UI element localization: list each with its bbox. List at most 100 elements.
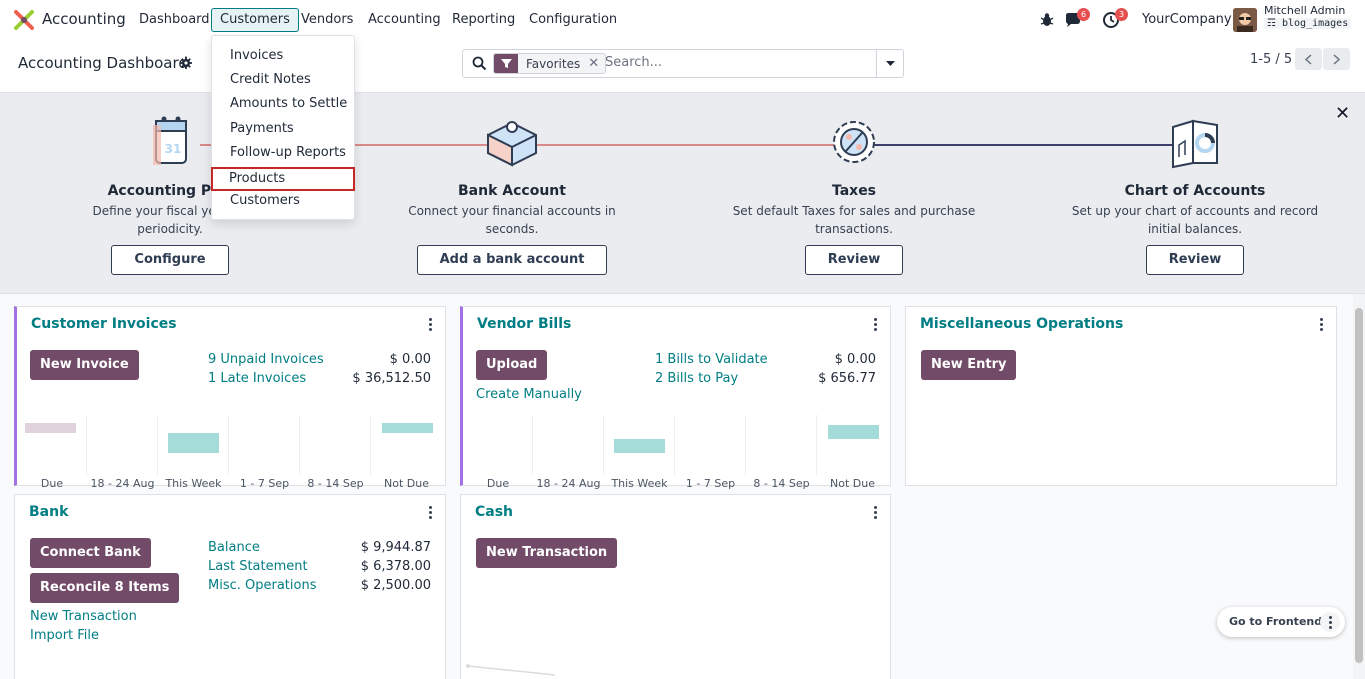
dropdown-item-customers[interactable]: Customers [212,189,354,213]
user-name[interactable]: Mitchell Admin [1264,4,1345,17]
taxes-review-button[interactable]: Review [804,245,904,275]
pager-next-button[interactable] [1323,48,1350,70]
configure-button[interactable]: Configure [111,245,229,275]
chart-of-accounts-icon [1172,119,1218,169]
go-to-frontend-button[interactable]: Go to Frontend [1229,615,1322,628]
activities-badge: 3 [1115,8,1128,21]
menu-accounting[interactable]: Accounting [359,8,450,32]
filter-icon [494,54,518,73]
top-navbar: Accounting Dashboard Customers Vendors A… [0,0,1365,40]
graph-label: 1 - 7 Sep [239,477,290,490]
page-scrollbar[interactable] [1353,294,1365,679]
step-description: Set up your chart of accounts and record… [1065,202,1325,238]
scrollbar-thumb[interactable] [1355,308,1363,663]
calendar-day: 31 [165,142,182,156]
new-cash-transaction-button[interactable]: New Transaction [476,538,618,568]
card-options-icon[interactable] [870,316,880,332]
unpaid-invoices-link[interactable]: 9 Unpaid Invoices [208,352,324,367]
app-name[interactable]: Accounting [42,10,126,28]
vendor-bills-card: Vendor Bills Upload Create Manually 1 Bi… [460,306,891,490]
graph-label: Due [486,477,510,490]
facet-remove-icon[interactable]: ✕ [588,56,605,71]
reconcile-items-button[interactable]: Reconcile 8 Items [30,573,180,603]
facet-label: Favorites [526,56,581,71]
bills-to-pay-link[interactable]: 2 Bills to Pay [655,371,738,386]
card-title[interactable]: Miscellaneous Operations [920,316,1123,332]
search-input[interactable] [605,55,865,70]
bills-aging-graph[interactable]: Due 18 - 24 Aug This Week 1 - 7 Sep 8 - … [463,415,890,490]
dropdown-item-payments[interactable]: Payments [212,117,354,141]
user-avatar-image [1233,8,1257,32]
menu-reporting[interactable]: Reporting [443,8,524,32]
favorites-facet: Favorites ✕ [493,53,607,74]
page-title: Accounting Dashboard [18,54,188,72]
card-title[interactable]: Customer Invoices [31,316,177,332]
graph-label: 1 - 7 Sep [685,477,736,490]
accounting-app-icon[interactable] [14,10,34,30]
create-manually-link[interactable]: Create Manually [476,387,582,402]
customer-invoices-card: Customer Invoices New Invoice 9 Unpaid I… [14,306,446,490]
balance-amount: $ 9,944.87 [360,540,431,555]
step-desc-line: periodicity. [137,222,203,236]
add-bank-account-button[interactable]: Add a bank account [416,245,608,275]
chart-of-accounts-review-button[interactable]: Review [1145,245,1245,275]
graph-label: 18 - 24 Aug [536,477,601,490]
user-avatar[interactable] [1233,8,1257,32]
search-options-toggle[interactable] [876,50,903,77]
upload-button[interactable]: Upload [476,350,548,380]
menu-configuration[interactable]: Configuration [520,8,626,32]
chevron-left-icon [1305,53,1312,65]
late-invoices-link[interactable]: 1 Late Invoices [208,371,306,386]
step-desc-line: transactions. [815,222,893,236]
card-options-icon[interactable] [425,504,435,520]
step-desc-line: initial balances. [1147,222,1243,236]
step-description: Set default Taxes for sales and purchase… [724,202,984,238]
card-title[interactable]: Cash [475,504,513,520]
bills-to-validate-link[interactable]: 1 Bills to Validate [655,352,768,367]
close-onboarding-icon[interactable]: ✕ [1335,103,1350,124]
dropdown-item-credit-notes[interactable]: Credit Notes [212,68,354,92]
menu-dashboard[interactable]: Dashboard [130,8,219,32]
pager-value[interactable]: 1-5 / 5 [1250,52,1292,67]
connect-bank-button[interactable]: Connect Bank [30,538,151,568]
step-title: Taxes [831,183,877,199]
pager-previous-button[interactable] [1295,48,1322,70]
graph-label: 8 - 14 Sep [307,477,364,490]
new-transaction-link[interactable]: New Transaction [30,609,137,624]
onboarding-step-bank: Bank Account Connect your financial acco… [382,113,642,275]
graph-bar [168,433,219,453]
import-file-link[interactable]: Import File [30,628,99,643]
misc-operations-amount: $ 2,500.00 [360,578,431,593]
graph-column [675,415,746,475]
card-options-icon[interactable] [870,504,880,520]
search-icon[interactable] [472,56,487,71]
graph-bar [828,425,879,439]
dropdown-item-amounts-to-settle[interactable]: Amounts to Settle [212,92,354,116]
new-entry-button[interactable]: New Entry [921,350,1017,380]
dropdown-item-products[interactable]: Products [211,167,355,191]
dropdown-item-invoices[interactable]: Invoices [212,44,354,68]
last-statement-link[interactable]: Last Statement [208,559,308,574]
dropdown-item-follow-up-reports[interactable]: Follow-up Reports [212,141,354,165]
menu-customers[interactable]: Customers [211,8,299,32]
graph-bar [25,423,76,433]
misc-operations-link[interactable]: Misc. Operations [208,578,316,593]
search-bar: Favorites ✕ [462,49,904,78]
card-options-icon[interactable] [425,316,435,332]
menu-vendors[interactable]: Vendors [292,8,362,32]
balance-link[interactable]: Balance [208,540,260,555]
bank-card: Bank Connect Bank Reconcile 8 Items New … [14,494,446,679]
gear-icon[interactable] [180,57,192,69]
graph-label: Due [40,477,64,490]
debug-bug-icon[interactable] [1038,11,1056,29]
company-switcher[interactable]: YourCompany [1142,12,1232,27]
card-title[interactable]: Bank [29,504,68,520]
card-options-icon[interactable] [1316,316,1326,332]
frontend-options-icon[interactable] [1320,612,1340,632]
new-invoice-button[interactable]: New Invoice [30,350,139,380]
card-title[interactable]: Vendor Bills [477,316,571,332]
graph-label: This Week [165,477,222,490]
invoices-aging-graph[interactable]: Due 18 - 24 Aug This Week 1 - 7 Sep 8 - … [17,415,445,490]
onboarding-step-chart-of-accounts: Chart of Accounts Set up your chart of a… [1065,113,1325,275]
graph-column [533,415,604,475]
